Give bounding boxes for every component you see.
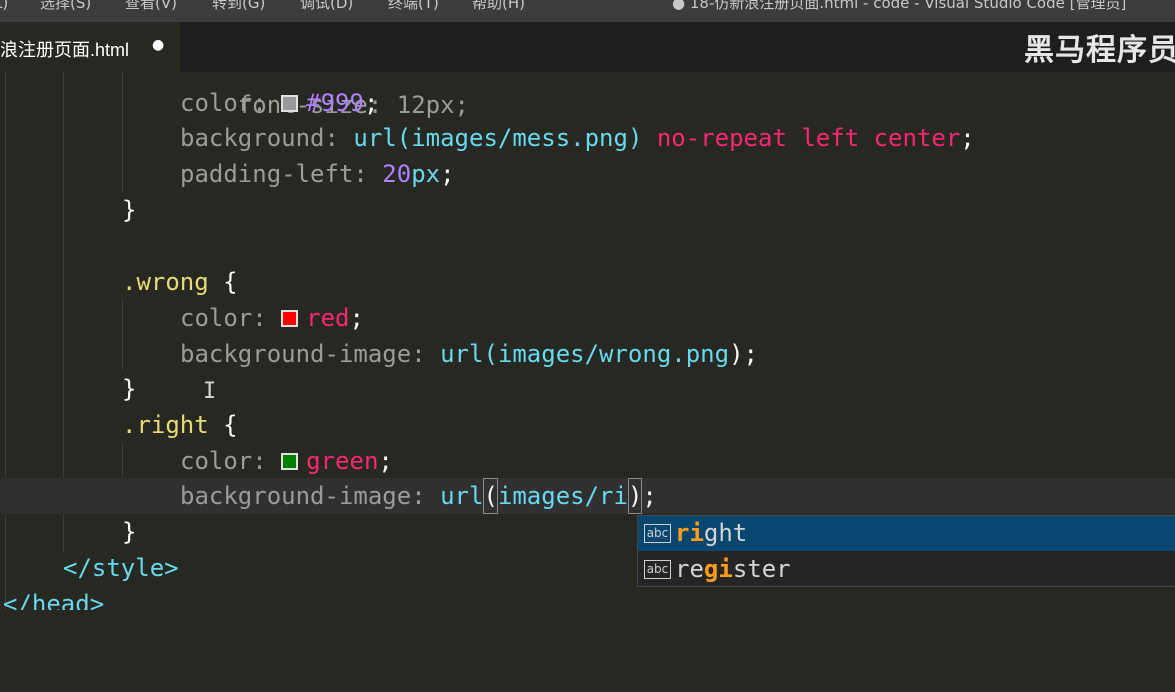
url-function: url( [353,124,412,152]
color-swatch-green[interactable] [281,453,299,470]
tab-label: 浪注册页面.html [0,40,130,60]
semicolon: ; [363,89,379,117]
url-path: images/mess.png [411,124,628,152]
window-title: ● 18-仿新浪注册页面.html - code - Visual Studio… [672,0,1127,12]
closing-brace: } [122,518,137,546]
css-property: background-image: [180,340,426,368]
code-line: padding-left: 20px; [180,156,455,192]
css-property: background: [180,124,339,152]
indent-guide [5,72,6,610]
code-line: .wrong { [122,264,238,300]
css-property: color: [180,304,267,332]
closing-brace: } [122,196,137,224]
menubar: L) 选择(S) 查看(V) 转到(G) 调试(D) 终端(T) 帮助(H) ●… [0,0,1175,22]
suggestion-item-register[interactable]: abc register [638,552,1175,587]
semicolon: ; [440,160,455,188]
url-close: ); [729,340,758,368]
menu-item-goto[interactable]: 转到(G) [212,0,265,14]
code-line: color: #999; [180,85,378,121]
menu-item-view[interactable]: 查看(V) [125,0,177,14]
url-function: url [440,482,484,510]
text-word-icon: abc [644,560,671,579]
css-number: 20 [382,160,412,188]
mouse-ibeam-cursor-icon: I [203,379,217,404]
css-value: #999 [306,89,364,117]
suggestion-prefix: re [675,555,704,583]
code-line: </style> [63,550,179,586]
closing-brace: } [122,375,137,403]
tab-active-file[interactable]: 浪注册页面.html ● [0,22,180,72]
url-close: ) [627,124,643,152]
css-property: padding-left: [180,160,368,188]
semicolon: ; [349,304,364,332]
bracket-match-open: ( [483,478,498,514]
code-line: .right { [122,407,238,443]
tab-bar: 浪注册页面.html ● 黑马程序员 [0,22,1175,72]
menu-item-help[interactable]: 帮助(H) [472,0,525,14]
css-value: green [306,447,379,475]
suggestion-match: ri [675,519,704,547]
opening-brace: { [223,411,238,439]
css-unit: px [411,160,441,188]
suggestion-match: gi [703,555,733,583]
code-line: background-image: url(images/wrong.png); [180,336,758,372]
css-selector: .wrong [122,268,209,296]
suggestion-rest: ster [732,555,791,583]
semicolon: ; [960,124,975,152]
autocomplete-widget[interactable]: abc right abc register [637,515,1175,587]
suggestion-item-right[interactable]: abc right [638,516,1175,551]
menu-item-edit[interactable]: L) [0,0,8,14]
css-selector: .right [122,411,209,439]
url-path: images/ri [497,482,628,510]
css-value: red [306,304,350,332]
unsaved-dot-icon[interactable]: ● [152,37,164,53]
indent-guide [122,72,123,192]
menu-item-selection[interactable]: 选择(S) [40,0,91,14]
opening-brace: { [223,268,238,296]
suggestion-rest: ght [703,519,748,547]
color-swatch-red[interactable] [281,310,299,327]
color-swatch-gray[interactable] [281,95,299,112]
semicolon: ; [642,482,657,510]
css-property: color: [180,447,267,475]
watermark-logo: 黑马程序员 [1024,33,1175,68]
code-line: } [122,192,136,228]
text-word-icon: abc [644,524,671,543]
css-keywords: no-repeat left center [656,124,961,152]
code-line: </head> [3,586,104,610]
indent-guide [122,298,123,370]
css-property: color: [180,89,267,117]
bracket-match-close: ) [627,478,643,514]
code-line: } [122,514,136,550]
code-line: color: red; [180,300,364,336]
html-tag: </style> [63,554,179,582]
menu-item-debug[interactable]: 调试(D) [300,0,353,14]
css-property: background-image: [180,482,426,510]
suggestion-label: register [675,552,791,587]
code-line: color: green; [180,443,393,479]
html-tag: </head> [3,590,105,610]
code-line: } [122,371,136,407]
semicolon: ; [378,447,393,475]
url-function: url( [440,340,498,368]
menu-item-terminal[interactable]: 终端(T) [388,0,439,14]
url-path: images/wrong.png [497,340,730,368]
code-line-current: background-image: url(images/ri); [180,478,657,514]
suggestion-label: right [675,516,747,551]
code-line: background: url(images/mess.png) no-repe… [180,120,975,156]
